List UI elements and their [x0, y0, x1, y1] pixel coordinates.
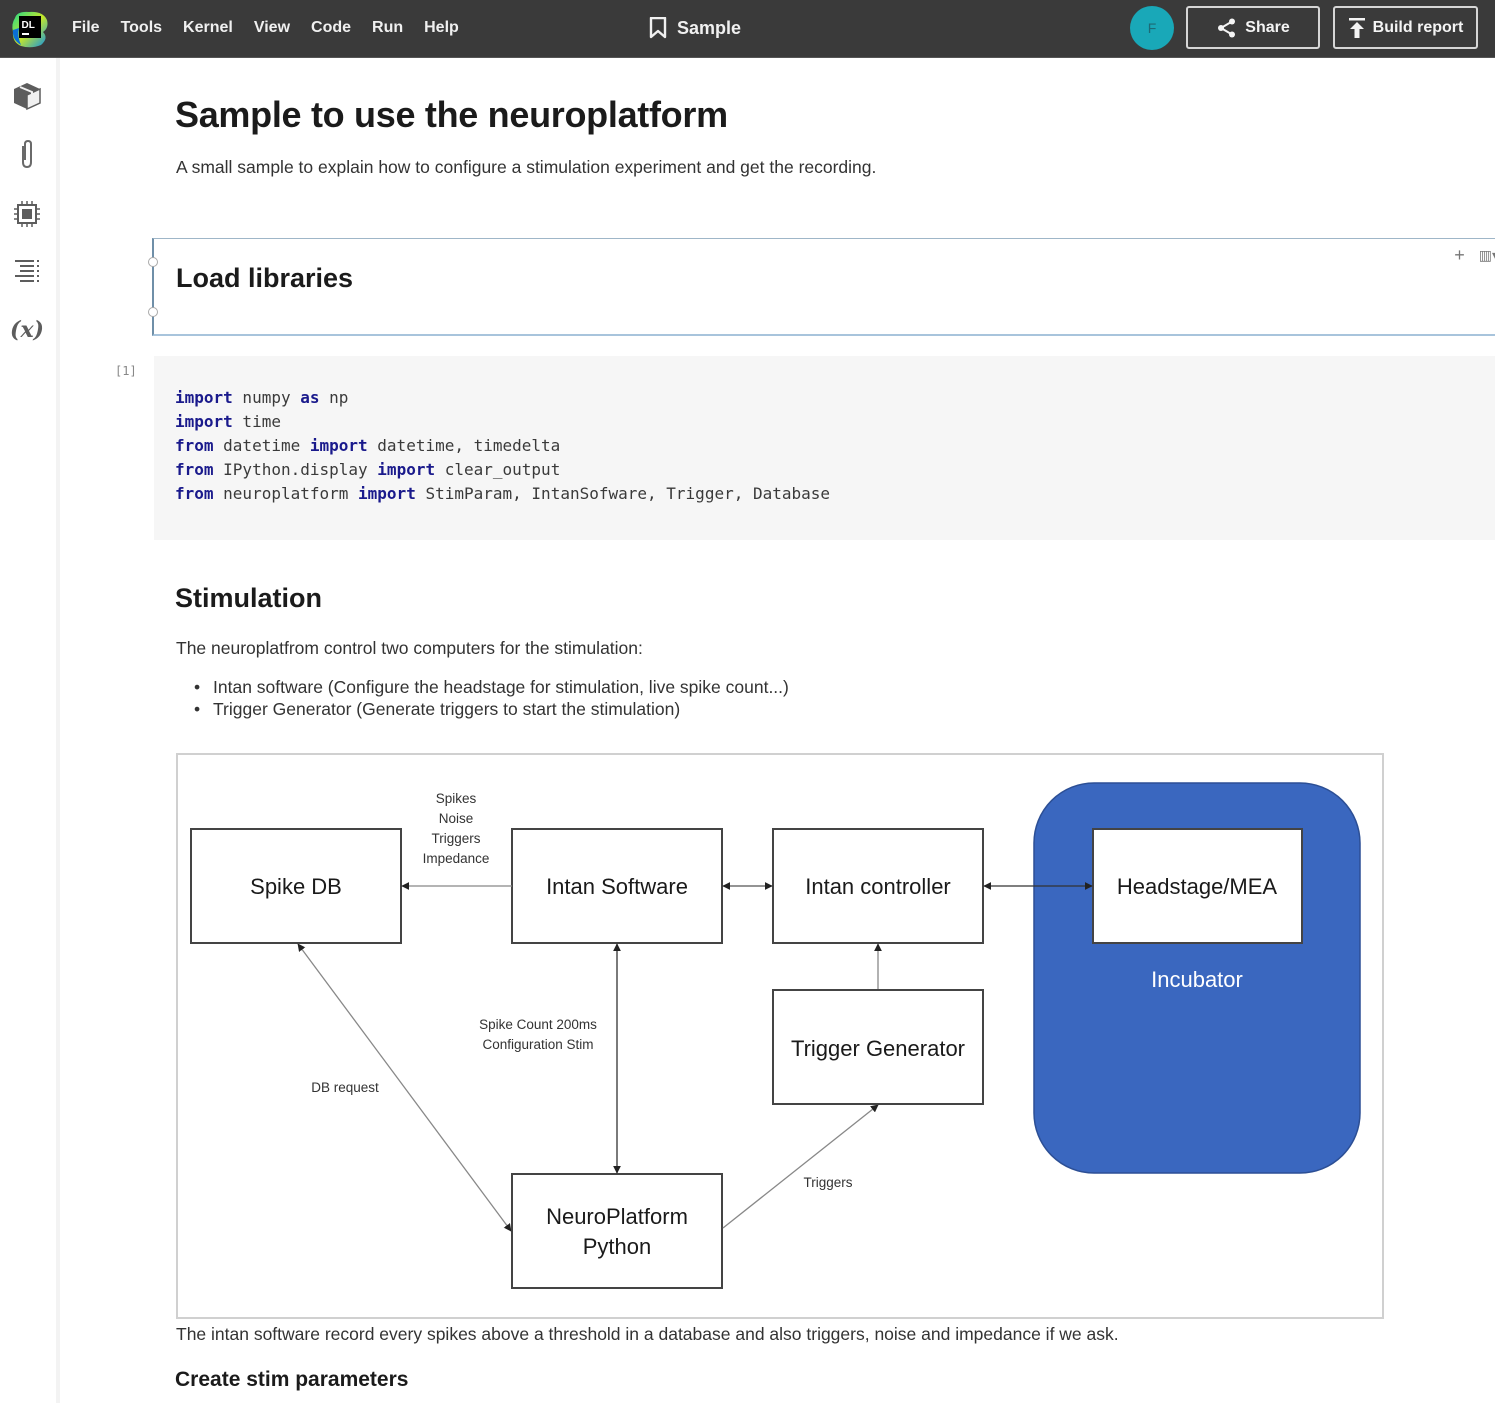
code-line: import numpy as np: [175, 386, 830, 410]
menu-file[interactable]: File: [72, 19, 100, 37]
code-keyword: from: [175, 436, 214, 455]
spike-db-label: Spike DB: [250, 874, 342, 899]
neuroplatform-label-line2: Python: [583, 1234, 652, 1259]
intro-paragraph: A small sample to explain how to configu…: [176, 157, 877, 177]
left-sidebar: (x): [0, 58, 60, 1403]
code-keyword: from: [175, 460, 214, 479]
code-keyword: import: [377, 460, 436, 479]
code-line: from datetime import datetime, timedelta: [175, 434, 830, 458]
intan-controller-label: Intan controller: [805, 874, 951, 899]
edge-label-trigger-signal: Triggers: [803, 1175, 852, 1190]
code-keyword: import: [175, 388, 233, 407]
variables-icon[interactable]: (x): [10, 314, 44, 346]
edge-label-noise: Noise: [439, 811, 474, 826]
code-token: datetime: [213, 436, 310, 455]
bookmark-icon: [649, 17, 667, 39]
headstage-label: Headstage/MEA: [1117, 874, 1278, 899]
incubator-label: Incubator: [1151, 967, 1243, 992]
stimulation-bullet-list: Intan software (Configure the headstage …: [194, 676, 789, 720]
code-token: IPython.display: [213, 460, 378, 479]
cell-toolbar: + ▥▾: [1440, 245, 1495, 266]
code-keyword: import: [175, 412, 233, 431]
code-keyword: import: [309, 436, 368, 455]
code-token: StimParam, IntanSofware, Trigger, Databa…: [415, 484, 831, 503]
stimulation-heading: Stimulation: [175, 583, 322, 613]
edge-triggers: [722, 1104, 879, 1229]
load-libraries-heading: Load libraries: [176, 263, 354, 293]
bullet-item: Intan software (Configure the headstage …: [194, 676, 789, 698]
build-report-label: Build report: [1372, 18, 1464, 36]
bullet-item: Trigger Generator (Generate triggers to …: [194, 698, 789, 720]
document-title[interactable]: Sample: [649, 14, 741, 42]
cell-layout-icon[interactable]: ▥▾: [1479, 247, 1495, 264]
code-editor[interactable]: import numpy as np import time from dateti…: [175, 386, 830, 506]
code-keyword: import: [358, 484, 416, 503]
code-token: neuroplatform: [213, 484, 359, 503]
build-report-button[interactable]: Build report: [1333, 6, 1478, 49]
code-line: from neuroplatform import StimParam, Int…: [175, 482, 830, 506]
code-cell-imports[interactable]: import numpy as np import time from dateti…: [154, 356, 1495, 540]
share-icon: [1218, 18, 1236, 37]
markdown-cell-load-libraries[interactable]: Load libraries + ▥▾: [148, 238, 1495, 336]
code-token: time: [232, 412, 281, 431]
edge-label-spikes: Spikes: [436, 791, 477, 806]
code-token: np: [319, 388, 349, 407]
menu-help[interactable]: Help: [424, 19, 459, 37]
top-bar: DL File Tools Kernel View Code Run Help …: [0, 0, 1495, 58]
menu-run[interactable]: Run: [372, 19, 403, 37]
package-icon[interactable]: [11, 80, 43, 112]
code-token: datetime, timedelta: [367, 436, 561, 455]
table-of-contents-icon[interactable]: [11, 256, 43, 288]
menu-code[interactable]: Code: [311, 19, 351, 37]
menu-bar: File Tools Kernel View Code Run Help: [72, 0, 480, 56]
execution-count: [1]: [115, 364, 137, 378]
code-keyword: as: [300, 388, 320, 407]
architecture-diagram: Incubator Spike DB Intan Software Intan …: [176, 753, 1384, 1319]
code-line: import time: [175, 410, 830, 434]
code-token: numpy: [232, 388, 301, 407]
datalore-logo[interactable]: DL: [9, 8, 51, 50]
document-title-text: Sample: [677, 17, 742, 38]
neuroplatform-label-line1: NeuroPlatform: [546, 1204, 688, 1229]
add-cell-icon[interactable]: +: [1454, 245, 1465, 266]
svg-text:DL: DL: [22, 20, 35, 31]
intan-software-label: Intan Software: [546, 874, 688, 899]
notebook-title: Sample to use the neuroplatform: [175, 94, 728, 135]
stimulation-paragraph: The neuroplatfrom control two computers …: [176, 638, 643, 658]
share-label: Share: [1245, 18, 1290, 36]
edge-label-triggers: Triggers: [431, 831, 480, 846]
menu-view[interactable]: View: [254, 19, 290, 37]
code-token: clear_output: [435, 460, 561, 479]
create-stim-parameters-heading: Create stim parameters: [175, 1368, 409, 1391]
neuroplatform-box: [511, 1173, 723, 1289]
user-avatar[interactable]: F: [1130, 6, 1174, 50]
notebook-area: Sample to use the neuroplatform A small …: [64, 58, 1495, 1403]
edge-label-configuration: Configuration Stim: [482, 1037, 593, 1052]
chip-icon[interactable]: [11, 198, 43, 230]
code-line: from IPython.display import clear_output: [175, 458, 830, 482]
diagram-caption: The intan software record every spikes a…: [176, 1324, 1119, 1344]
upload-icon: [1348, 17, 1365, 38]
paperclip-icon[interactable]: [11, 138, 43, 170]
edge-label-spike-count: Spike Count 200ms: [479, 1017, 597, 1032]
trigger-generator-label: Trigger Generator: [791, 1036, 965, 1061]
edge-label-impedance: Impedance: [423, 851, 490, 866]
share-button[interactable]: Share: [1186, 6, 1320, 49]
edge-label-db-request: DB request: [311, 1080, 379, 1095]
menu-tools[interactable]: Tools: [121, 19, 162, 37]
menu-kernel[interactable]: Kernel: [183, 19, 233, 37]
cell-collapse-handle-top[interactable]: [148, 257, 158, 267]
code-keyword: from: [175, 484, 214, 503]
cell-collapse-handle-bottom[interactable]: [148, 307, 158, 317]
